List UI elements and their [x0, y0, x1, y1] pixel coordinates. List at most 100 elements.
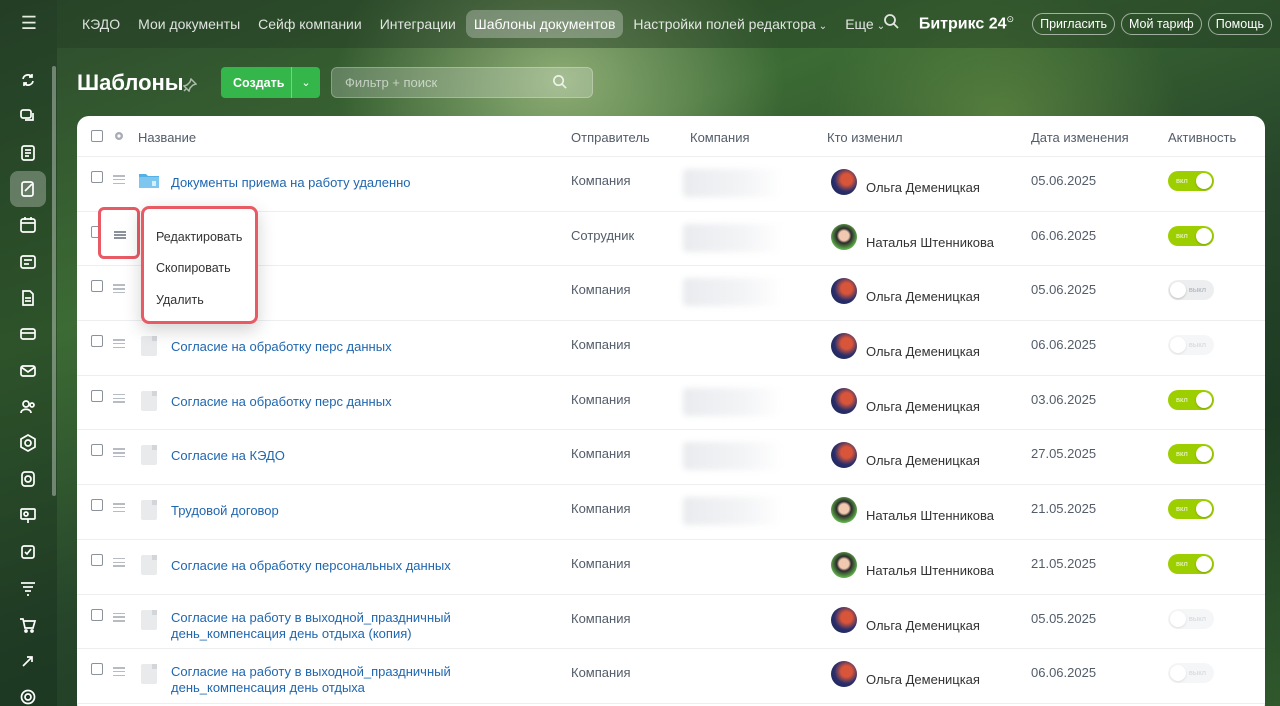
tab-0[interactable]: КЭДО	[74, 10, 128, 38]
menu-lines-icon[interactable]	[113, 448, 125, 458]
refresh-icon[interactable]	[10, 62, 46, 98]
settings-icon[interactable]	[10, 679, 46, 706]
chevron-down-icon[interactable]: ⌄	[292, 76, 320, 89]
tab-1[interactable]: Мои документы	[130, 10, 248, 38]
menu-item-copy[interactable]: Скопировать	[156, 261, 231, 275]
table-row[interactable]: Документы приема на работу удаленно Компа…	[77, 157, 1265, 212]
sidebar-scrollbar[interactable]	[52, 66, 56, 496]
table-row[interactable]: Согласие на обработку перс данных Компани…	[77, 376, 1265, 431]
help-button[interactable]: Помощь	[1207, 13, 1272, 35]
tab-5[interactable]: Настройки полей редактора ⌄	[625, 10, 835, 38]
menu-lines-icon[interactable]	[113, 175, 125, 184]
tab-4[interactable]: Шаблоны документов	[465, 10, 624, 38]
column-date[interactable]: Дата изменения	[1031, 130, 1129, 145]
activity-toggle[interactable]: вкл	[1168, 553, 1214, 574]
signature-icon[interactable]	[10, 170, 46, 208]
template-name-link[interactable]: Согласие на КЭДО	[171, 448, 561, 464]
menu-lines-icon[interactable]	[113, 612, 125, 622]
author-cell[interactable]: Ольга Деменицкая	[866, 618, 980, 633]
calendar-icon[interactable]	[10, 207, 46, 243]
gear-icon[interactable]	[113, 130, 125, 142]
row-checkbox[interactable]	[91, 663, 103, 676]
template-name-link[interactable]: Согласие на обработку перс данных	[171, 339, 561, 355]
column-active[interactable]: Активность	[1168, 130, 1236, 145]
menu-toggle-icon[interactable]: ☰	[14, 12, 44, 34]
news-icon[interactable]	[10, 135, 46, 171]
cards-icon[interactable]	[10, 243, 46, 279]
template-name-link[interactable]: Согласие на работу в выходной_праздничны…	[171, 664, 561, 696]
row-checkbox[interactable]	[91, 280, 103, 293]
column-author[interactable]: Кто изменил	[827, 130, 903, 145]
author-cell[interactable]: Ольга Деменицкая	[866, 399, 980, 414]
activity-toggle[interactable]: вкл	[1168, 499, 1214, 520]
search-icon[interactable]	[883, 13, 905, 35]
column-name[interactable]: Название	[138, 130, 196, 145]
author-cell[interactable]: Наталья Штенникова	[866, 563, 994, 578]
column-sender[interactable]: Отправитель	[571, 130, 650, 145]
menu-lines-icon[interactable]	[113, 503, 125, 513]
menu-lines-icon[interactable]	[113, 339, 125, 349]
pin-icon[interactable]	[182, 77, 198, 93]
select-all-checkbox[interactable]	[91, 130, 103, 142]
template-name-link[interactable]: Согласие на обработку персональных данны…	[171, 558, 561, 574]
menu-item-delete[interactable]: Удалить	[156, 293, 204, 307]
chat-icon[interactable]	[10, 98, 46, 134]
tab-3[interactable]: Интеграции	[372, 10, 464, 38]
mail-icon[interactable]	[10, 352, 46, 388]
row-checkbox[interactable]	[91, 499, 103, 512]
menu-lines-icon[interactable]	[113, 393, 125, 403]
table-row[interactable]: Согласие на работу в выходной_праздничны…	[77, 649, 1265, 704]
activity-toggle[interactable]: выкл	[1168, 663, 1214, 684]
table-row[interactable]: Согласие на обработку персональных данны…	[77, 540, 1265, 595]
search-icon[interactable]	[552, 74, 567, 92]
author-cell[interactable]: Ольга Деменицкая	[866, 672, 980, 687]
row-checkbox[interactable]	[91, 335, 103, 348]
row-checkbox[interactable]	[91, 444, 103, 457]
invite-button[interactable]: Пригласить	[1032, 13, 1115, 35]
card-icon[interactable]	[10, 316, 46, 352]
activity-toggle[interactable]: выкл	[1168, 335, 1214, 356]
row-checkbox[interactable]	[91, 171, 103, 183]
menu-item-edit[interactable]: Редактировать	[156, 230, 242, 244]
activity-toggle[interactable]: вкл	[1168, 389, 1214, 410]
table-row[interactable]: Согласие на обработку перс данных Компани…	[77, 321, 1265, 376]
create-button[interactable]: Создать ⌄	[221, 67, 320, 98]
tariff-button[interactable]: Мой тариф	[1121, 13, 1202, 35]
author-cell[interactable]: Ольга Деменицкая	[866, 344, 980, 359]
row-actions-button[interactable]	[98, 207, 140, 259]
users-icon[interactable]	[10, 389, 46, 425]
tab-2[interactable]: Сейф компании	[250, 10, 370, 38]
activity-toggle[interactable]: выкл	[1168, 608, 1214, 629]
presentation-icon[interactable]	[10, 498, 46, 534]
menu-lines-icon[interactable]	[113, 667, 125, 677]
template-name-link[interactable]: Согласие на работу в выходной_праздничны…	[171, 610, 561, 642]
cart-icon[interactable]	[10, 606, 46, 642]
activity-toggle[interactable]: выкл	[1168, 280, 1214, 301]
author-cell[interactable]: Ольга Деменицкая	[866, 453, 980, 468]
row-checkbox[interactable]	[91, 553, 103, 566]
menu-lines-icon[interactable]	[113, 284, 125, 294]
template-name-link[interactable]: Трудовой договор	[171, 503, 561, 519]
shield-icon[interactable]	[10, 461, 46, 497]
menu-lines-icon[interactable]	[113, 557, 125, 567]
table-row[interactable]: Согласие на КЭДО Компания Ольга Деменицкая…	[77, 430, 1265, 486]
activity-toggle[interactable]: вкл	[1168, 171, 1214, 191]
table-row[interactable]: Согласие на работу в выходной_праздничны…	[77, 595, 1265, 650]
template-name-link[interactable]: Документы приема на работу удаленно	[171, 175, 561, 191]
hexagon-icon[interactable]	[10, 425, 46, 461]
activity-toggle[interactable]: вкл	[1168, 225, 1214, 246]
activity-toggle[interactable]: вкл	[1168, 444, 1214, 465]
filter-icon[interactable]	[10, 570, 46, 606]
column-company[interactable]: Компания	[690, 130, 750, 145]
author-cell[interactable]: Наталья Штенникова	[866, 235, 994, 250]
row-checkbox[interactable]	[91, 608, 103, 621]
template-name-link[interactable]: Согласие на обработку перс данных	[171, 394, 561, 410]
filter-search-input[interactable]	[332, 75, 552, 90]
filter-search[interactable]	[331, 67, 593, 98]
document-icon[interactable]	[10, 280, 46, 316]
table-row[interactable]: Трудовой договор Компания Наталья Штеннико…	[77, 485, 1265, 540]
author-cell[interactable]: Ольга Деменицкая	[866, 289, 980, 304]
author-cell[interactable]: Ольга Деменицкая	[866, 180, 980, 195]
tasks-icon[interactable]	[10, 534, 46, 570]
arrow-icon[interactable]	[10, 643, 46, 679]
